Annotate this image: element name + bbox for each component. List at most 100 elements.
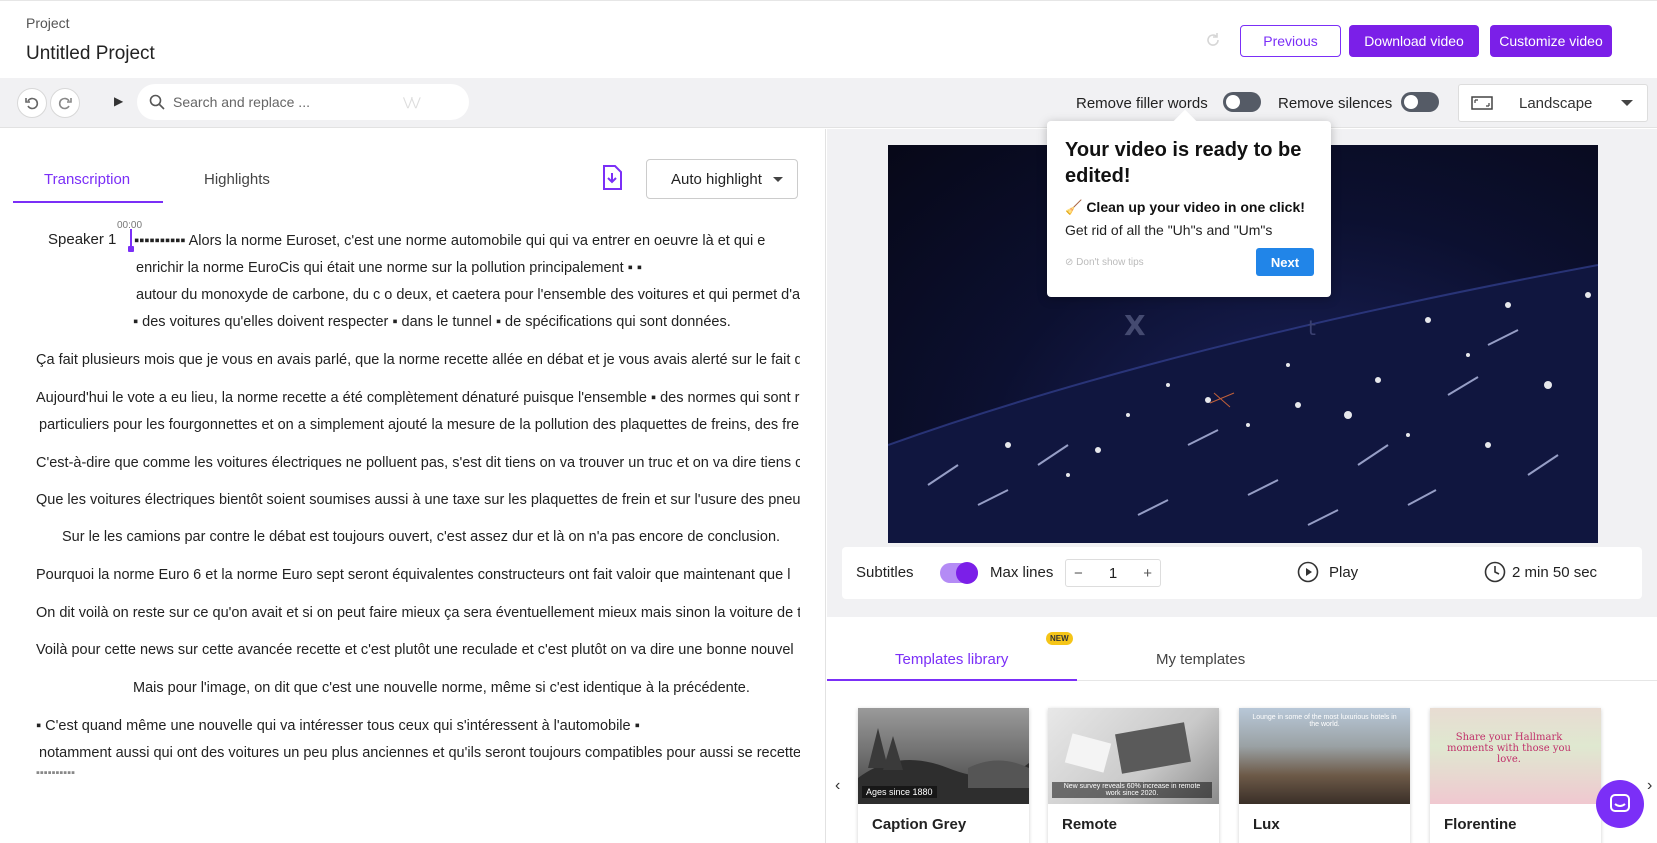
- active-tab-underline: [827, 679, 1077, 681]
- subtitles-label: Subtitles: [856, 564, 914, 581]
- undo-button[interactable]: [17, 88, 47, 118]
- chat-support-button[interactable]: [1596, 780, 1644, 828]
- tooltip-body: Get rid of all the "Uh"s and "Um"s: [1065, 222, 1273, 238]
- template-card-caption-grey[interactable]: Ages since 1880 Caption Grey: [858, 708, 1029, 843]
- project-title[interactable]: Untitled Project: [26, 43, 155, 65]
- tab-divider: [1077, 680, 1657, 681]
- toggle-knob: [1404, 95, 1418, 109]
- tab-highlights[interactable]: Highlights: [204, 171, 270, 188]
- duration-text: 2 min 50 sec: [1512, 563, 1598, 581]
- template-name: Lux: [1253, 816, 1280, 833]
- tab-transcription[interactable]: Transcription: [44, 171, 130, 188]
- chevron-down-icon: [1621, 100, 1633, 106]
- filler-words-label: Remove filler words: [1076, 95, 1208, 112]
- transcript-line[interactable]: C'est-à-dire que comme les voitures élec…: [36, 455, 802, 471]
- templates-section: Templates library NEW My templates ‹ › A…: [827, 617, 1657, 843]
- auto-highlight-dropdown[interactable]: Auto highlight: [646, 159, 798, 199]
- transcript-line[interactable]: Mais pour l'image, on dit que c'est une …: [133, 680, 750, 696]
- text-clip-mask: [800, 219, 825, 843]
- tab-my-templates[interactable]: My templates: [1156, 651, 1245, 668]
- template-thumbnail: Share your Hallmark moments with those y…: [1430, 708, 1601, 804]
- transcript-line[interactable]: particuliers pour les fourgonnettes et o…: [39, 417, 799, 433]
- template-thumbnail: Ages since 1880: [858, 708, 1029, 804]
- subtitles-toggle[interactable]: [940, 562, 978, 584]
- template-name: Caption Grey: [872, 816, 967, 833]
- sync-icon: [1204, 31, 1222, 49]
- max-lines-value: 1: [1108, 564, 1118, 582]
- silences-label: Remove silences: [1278, 95, 1393, 112]
- landscape-icon: [1471, 96, 1493, 110]
- onboarding-tooltip: Your video is ready to be edited! 🧹 Clea…: [1047, 121, 1331, 297]
- max-lines-label: Max lines: [990, 564, 1054, 581]
- search-icon: [149, 94, 165, 110]
- search-replace-box[interactable]: ⋁⋁: [137, 84, 469, 120]
- clock-icon: [1484, 561, 1506, 583]
- redo-icon: [58, 97, 72, 110]
- transcript-line[interactable]: ▪ des voitures qu'elles doivent respecte…: [133, 314, 731, 330]
- transcript-line[interactable]: ▪ C'est quand même une nouvelle qui va i…: [36, 718, 640, 734]
- transcript-line[interactable]: Sur le les camions par contre le débat e…: [62, 529, 780, 545]
- auto-highlight-label: Auto highlight: [671, 170, 762, 188]
- transcript-line[interactable]: Pourquoi la norme Euro 6 et la norme Eur…: [36, 567, 790, 583]
- play-button[interactable]: Play: [1297, 561, 1358, 583]
- transcript-line[interactable]: ▪▪▪▪▪▪▪▪▪▪: [36, 767, 75, 779]
- template-card-remote[interactable]: New survey reveals 60% increase in remot…: [1048, 708, 1219, 843]
- duration-display: 2 min 50 sec: [1484, 561, 1597, 583]
- transcript-line[interactable]: Que les voitures électriques bientôt soi…: [36, 492, 808, 508]
- template-name: Remote: [1062, 816, 1118, 833]
- transcript-line[interactable]: Aujourd'hui le vote a eu lieu, la norme …: [36, 390, 800, 406]
- chevron-down-icon: [773, 177, 783, 182]
- template-thumbnail-caption: Share your Hallmark moments with those y…: [1447, 732, 1571, 765]
- player-controls: Subtitles Max lines − 1 + Play 2 min 50 …: [842, 547, 1642, 599]
- tab-templates-library[interactable]: Templates library: [895, 651, 1008, 668]
- silences-toggle[interactable]: [1401, 92, 1439, 112]
- max-lines-stepper[interactable]: − 1 +: [1065, 559, 1161, 587]
- redo-button[interactable]: [50, 88, 80, 118]
- video-overlay-letter: X: [1124, 309, 1146, 342]
- expand-toolbar-caret-icon[interactable]: ▶: [114, 94, 123, 108]
- toggle-knob: [956, 562, 978, 584]
- template-thumbnail-caption: Ages since 1880: [862, 786, 937, 798]
- transcript-line[interactable]: Voilà pour cette news sur cette avancée …: [36, 642, 794, 658]
- project-label: Project: [26, 15, 70, 31]
- tooltip-subtitle: 🧹 Clean up your video in one click!: [1065, 199, 1305, 215]
- carousel-next-icon[interactable]: ›: [1647, 777, 1652, 795]
- header: Project Untitled Project Previous Downlo…: [0, 0, 1657, 78]
- template-card-florentine[interactable]: Share your Hallmark moments with those y…: [1430, 708, 1601, 843]
- video-overlay-letter: t: [1308, 316, 1316, 340]
- active-tab-underline: [13, 201, 163, 203]
- transcript-line[interactable]: On dit voilà on reste sur ce qu'on avait…: [36, 605, 801, 621]
- orientation-value: Landscape: [1519, 94, 1593, 112]
- transcript-line[interactable]: notamment aussi qui ont des voitures un …: [39, 745, 801, 761]
- orientation-select[interactable]: Landscape: [1458, 84, 1648, 122]
- plus-icon[interactable]: +: [1143, 565, 1152, 582]
- template-thumbnail-caption: New survey reveals 60% increase in remot…: [1052, 782, 1212, 798]
- carousel-prev-icon[interactable]: ‹: [835, 777, 840, 795]
- previous-button[interactable]: Previous: [1240, 25, 1341, 57]
- transcript-line[interactable]: enrichir la norme EuroCis qui était une …: [136, 260, 642, 276]
- transcript-panel: Transcription Highlights Auto highlight …: [0, 129, 826, 843]
- play-icon: [1297, 561, 1319, 583]
- play-label: Play: [1329, 563, 1359, 581]
- chevron-down-icon[interactable]: ⋁⋁: [403, 95, 421, 109]
- minus-icon[interactable]: −: [1074, 565, 1083, 582]
- template-card-lux[interactable]: Lounge in some of the most luxurious hot…: [1239, 708, 1410, 843]
- export-document-icon[interactable]: [601, 165, 623, 191]
- customize-video-button[interactable]: Customize video: [1490, 25, 1612, 57]
- dont-show-tips-link[interactable]: ⊘ Don't show tips: [1065, 257, 1144, 268]
- chat-icon: [1610, 794, 1630, 812]
- new-badge: NEW: [1046, 632, 1073, 645]
- undo-icon: [25, 97, 39, 110]
- search-input[interactable]: [173, 94, 413, 110]
- transcript-line[interactable]: Ça fait plusieurs mois que je vous en av…: [36, 352, 811, 368]
- filler-words-toggle[interactable]: [1223, 92, 1261, 112]
- download-video-button[interactable]: Download video: [1349, 25, 1479, 57]
- transcript-line[interactable]: ▪▪▪▪▪▪▪▪▪▪ Alors la norme Euroset, c'est…: [134, 233, 765, 249]
- template-thumbnail: New survey reveals 60% increase in remot…: [1048, 708, 1219, 804]
- toggle-knob: [1226, 95, 1240, 109]
- toolbar: ▶ ⋁⋁ Remove filler words Remove silences…: [0, 78, 1657, 128]
- speaker-label[interactable]: Speaker 1: [48, 231, 116, 248]
- transcript-line[interactable]: autour du monoxyde de carbone, du c o de…: [136, 287, 807, 303]
- template-thumbnail-caption: Lounge in some of the most luxurious hot…: [1252, 714, 1397, 728]
- tooltip-next-button[interactable]: Next: [1256, 248, 1314, 276]
